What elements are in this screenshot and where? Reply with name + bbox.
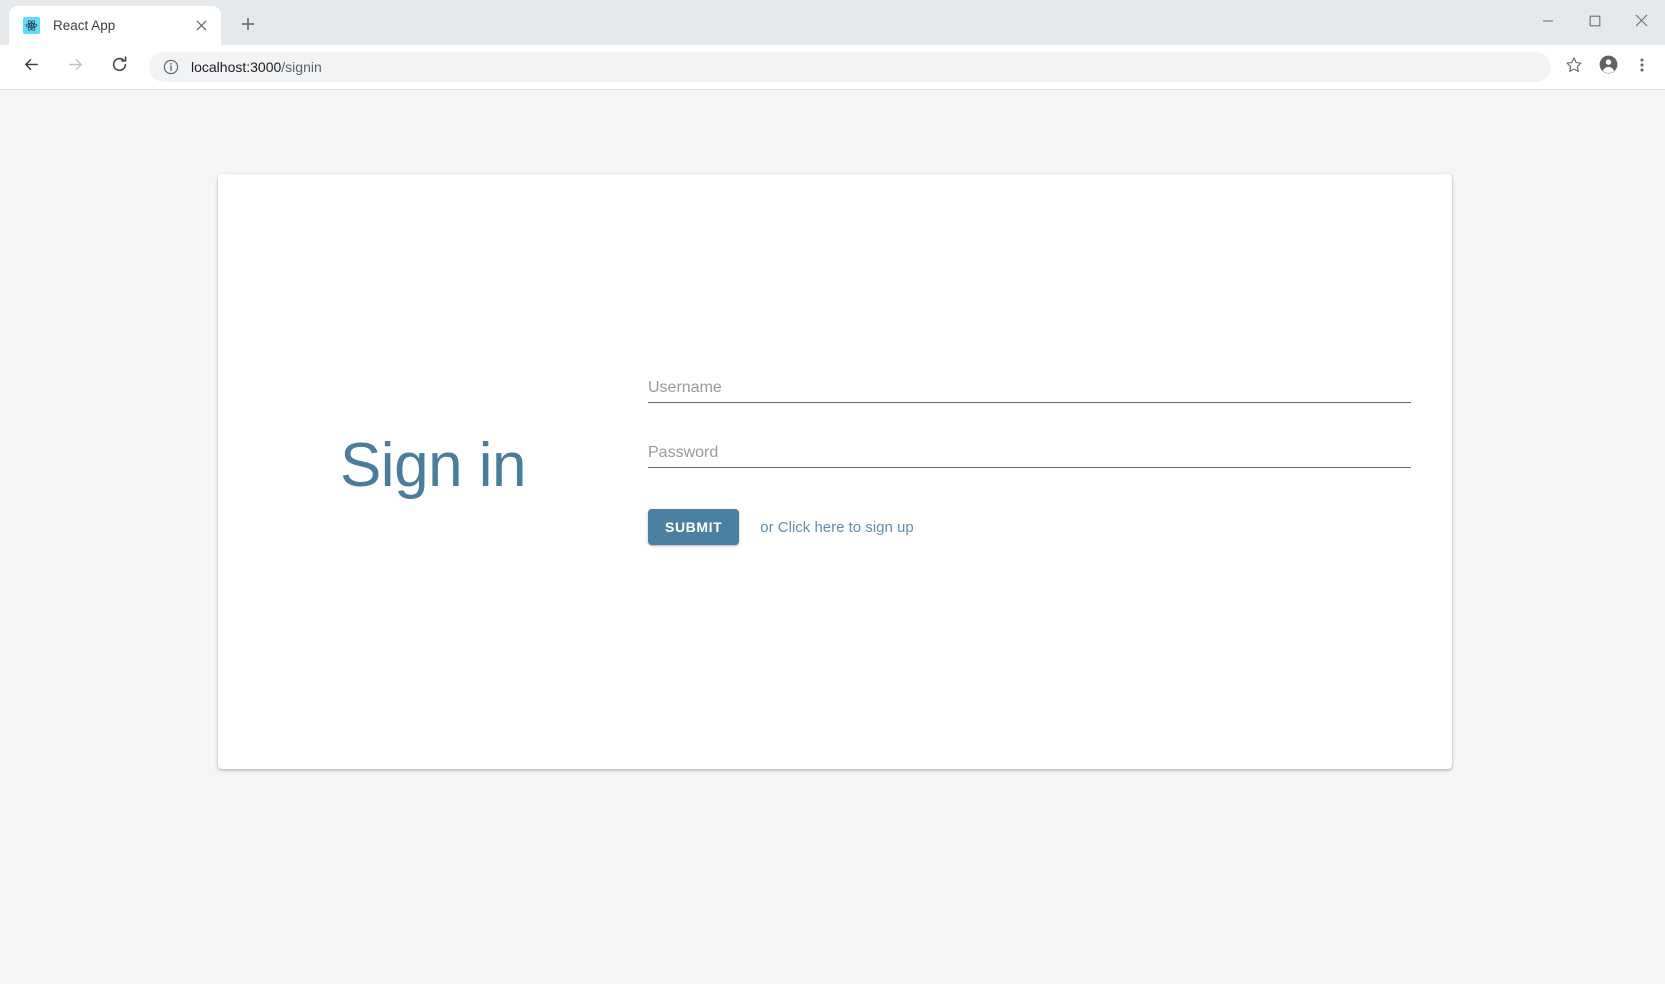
minimize-button[interactable] <box>1524 0 1571 45</box>
arrow-right-icon <box>66 55 85 79</box>
window-controls <box>1524 0 1665 45</box>
signup-prompt: or Click here to sign up <box>760 519 913 536</box>
signin-heading-pane: Sign in <box>218 174 648 497</box>
page-viewport: Sign in Username Password SUBMIT or Clic… <box>0 90 1665 984</box>
close-window-button[interactable] <box>1618 0 1665 45</box>
maximize-icon <box>1589 14 1601 32</box>
bookmark-button[interactable] <box>1559 52 1589 82</box>
browser-toolbar: localhost:3000/signin <box>0 45 1665 90</box>
star-outline-icon <box>1565 56 1583 79</box>
maximize-button[interactable] <box>1571 0 1618 45</box>
more-vertical-icon <box>1634 57 1650 78</box>
profile-button[interactable] <box>1591 50 1625 84</box>
password-field-group: Password <box>648 444 1411 468</box>
form-actions: SUBMIT or Click here to sign up <box>648 509 1412 545</box>
address-bar[interactable]: localhost:3000/signin <box>149 52 1551 82</box>
page-title: Sign in <box>339 431 527 500</box>
url-text: localhost:3000/signin <box>191 59 322 75</box>
reload-icon <box>110 55 129 79</box>
tab-title: React App <box>53 18 116 33</box>
signin-form: Username Password SUBMIT or Click here t… <box>648 174 1452 545</box>
browser-window: React App localhost:3000/signin Sign in … <box>0 0 1665 984</box>
arrow-left-icon <box>22 55 41 79</box>
new-tab-button[interactable] <box>232 10 264 42</box>
forward-button <box>57 49 93 85</box>
plus-icon <box>241 17 255 36</box>
tab-strip: React App <box>0 0 1665 45</box>
username-field-group: Username <box>648 379 1411 403</box>
submit-button[interactable]: SUBMIT <box>648 509 740 545</box>
signup-prefix-text: or <box>760 518 778 536</box>
reload-button[interactable] <box>101 49 137 85</box>
close-icon[interactable] <box>191 16 211 36</box>
minimize-icon <box>1542 14 1554 32</box>
url-path: /signin <box>281 59 322 75</box>
url-host: localhost:3000 <box>191 59 282 75</box>
back-button[interactable] <box>13 49 49 85</box>
browser-tab-react-app[interactable]: React App <box>9 6 221 45</box>
info-circle-icon[interactable] <box>162 59 179 76</box>
react-logo-icon <box>23 17 40 34</box>
signup-link[interactable]: Click here to sign up <box>778 519 914 536</box>
toolbar-right-actions <box>1559 50 1665 84</box>
account-circle-icon <box>1598 54 1619 80</box>
close-icon <box>1635 14 1648 32</box>
signin-card: Sign in Username Password SUBMIT or Clic… <box>218 174 1452 769</box>
browser-menu-button[interactable] <box>1625 50 1659 84</box>
